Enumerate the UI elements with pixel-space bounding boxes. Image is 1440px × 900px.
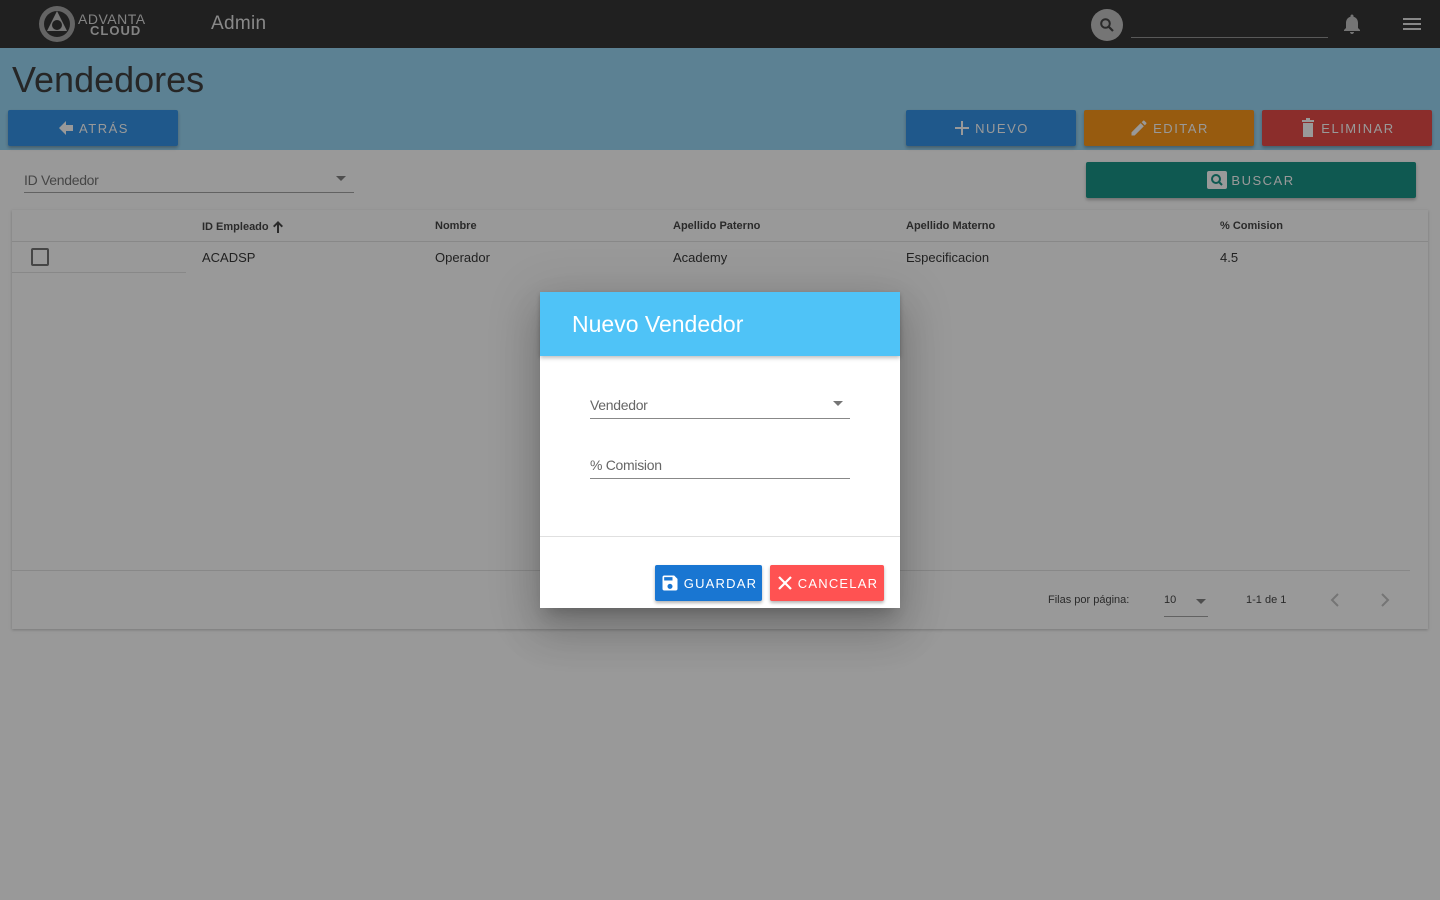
dialog-header: Nuevo Vendedor	[540, 292, 900, 356]
cancel-button[interactable]: CANCELAR	[770, 565, 884, 601]
commission-input[interactable]	[590, 451, 850, 479]
dialog-title: Nuevo Vendedor	[572, 311, 744, 337]
save-button-label: GUARDAR	[683, 575, 758, 591]
dialog-actions-divider	[540, 536, 900, 537]
save-button[interactable]: GUARDAR	[655, 565, 762, 601]
new-seller-dialog: Nuevo Vendedor Vendedor GUARDAR CANCELAR	[540, 292, 900, 608]
close-icon	[778, 576, 792, 590]
floppy-icon	[662, 575, 678, 591]
caret-down-icon	[833, 401, 843, 406]
seller-select-label: Vendedor	[590, 397, 648, 413]
cancel-button-label: CANCELAR	[797, 575, 879, 591]
seller-select[interactable]: Vendedor	[590, 391, 850, 419]
